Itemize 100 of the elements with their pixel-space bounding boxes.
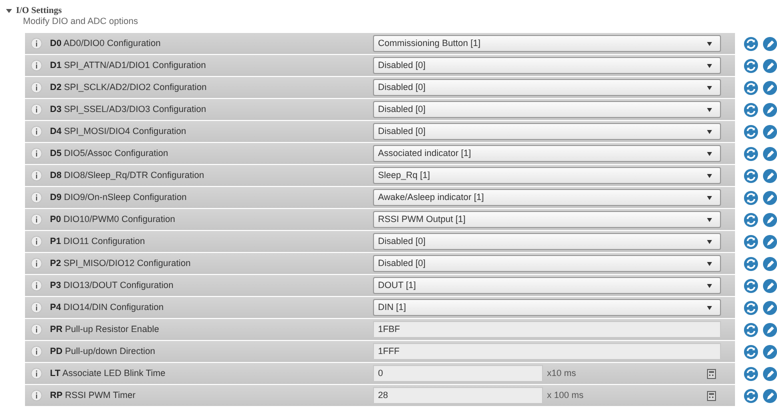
pencil-icon[interactable] [763, 147, 777, 161]
calculator-icon[interactable] [707, 368, 716, 378]
caret-icon [707, 284, 712, 288]
pencil-icon[interactable] [763, 301, 777, 315]
info-icon[interactable] [31, 258, 42, 269]
pencil-icon[interactable] [763, 389, 777, 403]
refresh-icon[interactable] [744, 301, 758, 315]
pencil-icon[interactable] [763, 257, 777, 271]
caret-icon [707, 218, 712, 222]
info-icon[interactable] [31, 60, 42, 71]
refresh-icon[interactable] [744, 213, 758, 227]
setting-label: RP RSSI PWM Timer [49, 388, 137, 402]
refresh-icon[interactable] [744, 103, 758, 117]
refresh-icon[interactable] [744, 389, 758, 403]
dropdown[interactable]: Associated indicator [1] [373, 145, 721, 162]
refresh-icon[interactable] [744, 125, 758, 139]
dropdown[interactable]: Disabled [0] [373, 79, 721, 96]
refresh-icon[interactable] [744, 191, 758, 205]
pencil-icon[interactable] [763, 279, 777, 293]
setting-label: D4 SPI_MOSI/DIO4 Configuration [49, 124, 188, 138]
pencil-icon[interactable] [763, 345, 777, 359]
info-icon[interactable] [31, 302, 42, 313]
pencil-icon[interactable] [763, 169, 777, 183]
refresh-icon[interactable] [744, 59, 758, 73]
setting-label: PR Pull-up Resistor Enable [49, 322, 160, 336]
pencil-icon[interactable] [763, 81, 777, 95]
pencil-icon[interactable] [763, 37, 777, 51]
dropdown[interactable]: RSSI PWM Output [1] [373, 211, 721, 228]
caret-icon [707, 108, 712, 112]
info-icon[interactable] [31, 324, 42, 335]
input-field[interactable]: 1FFF [373, 343, 721, 360]
info-icon[interactable] [31, 368, 42, 379]
pencil-icon[interactable] [763, 103, 777, 117]
dropdown[interactable]: Commissioning Button [1] [373, 35, 721, 52]
setting-label: LT Associate LED Blink Time [49, 366, 166, 380]
refresh-icon[interactable] [744, 147, 758, 161]
info-icon[interactable] [31, 38, 42, 49]
dropdown[interactable]: Awake/Asleep indicator [1] [373, 189, 721, 206]
input-field[interactable]: 1FBF [373, 321, 721, 338]
refresh-icon[interactable] [744, 169, 758, 183]
caret-icon [707, 64, 712, 68]
setting-label: P2 SPI_MISO/DIO12 Configuration [49, 256, 192, 270]
setting-label: P3 DIO13/DOUT Configuration [49, 278, 174, 292]
caret-icon [707, 86, 712, 90]
info-icon[interactable] [31, 192, 42, 203]
info-icon[interactable] [31, 280, 42, 291]
pencil-icon[interactable] [763, 59, 777, 73]
dropdown[interactable]: Disabled [0] [373, 57, 721, 74]
setting-label: D8 DIO8/Sleep_Rq/DTR Configuration [49, 168, 206, 182]
setting-label: PD Pull-up/down Direction [49, 344, 156, 358]
dropdown[interactable]: Sleep_Rq [1] [373, 167, 721, 184]
dropdown[interactable]: DOUT [1] [373, 277, 721, 294]
pencil-icon[interactable] [763, 323, 777, 337]
setting-label: D9 DIO9/On-nSleep Configuration [49, 190, 188, 204]
info-icon[interactable] [31, 104, 42, 115]
section-title: I/O Settings [16, 5, 62, 16]
caret-icon [707, 174, 712, 178]
refresh-icon[interactable] [744, 323, 758, 337]
refresh-icon[interactable] [744, 235, 758, 249]
info-icon[interactable] [31, 82, 42, 93]
info-icon[interactable] [31, 126, 42, 137]
pencil-icon[interactable] [763, 191, 777, 205]
refresh-icon[interactable] [744, 279, 758, 293]
unit-label: x 100 ms [547, 388, 585, 402]
dropdown[interactable]: Disabled [0] [373, 101, 721, 118]
setting-label: P4 DIO14/DIN Configuration [49, 300, 165, 314]
caret-icon [707, 240, 712, 244]
pencil-icon[interactable] [763, 235, 777, 249]
pencil-icon[interactable] [763, 125, 777, 139]
dropdown[interactable]: DIN [1] [373, 299, 721, 316]
info-icon[interactable] [31, 148, 42, 159]
refresh-icon[interactable] [744, 345, 758, 359]
unit-label: x10 ms [547, 366, 578, 380]
info-icon[interactable] [31, 346, 42, 357]
caret-icon [707, 42, 712, 46]
info-icon[interactable] [31, 236, 42, 247]
refresh-icon[interactable] [744, 257, 758, 271]
pencil-icon[interactable] [763, 213, 777, 227]
info-icon[interactable] [31, 214, 42, 225]
setting-label: D3 SPI_SSEL/AD3/DIO3 Configuration [49, 102, 208, 116]
caret-icon [707, 152, 712, 156]
setting-label: D5 DIO5/Assoc Configuration [49, 146, 170, 160]
dropdown[interactable]: Disabled [0] [373, 123, 721, 140]
info-icon[interactable] [31, 390, 42, 401]
input-field[interactable]: 28 [373, 387, 543, 404]
info-icon[interactable] [31, 170, 42, 181]
caret-icon [707, 196, 712, 200]
setting-label: D2 SPI_SCLK/AD2/DIO2 Configuration [49, 80, 208, 94]
dropdown[interactable]: Disabled [0] [373, 233, 721, 250]
setting-label: P1 DIO11 Configuration [49, 234, 146, 248]
refresh-icon[interactable] [744, 37, 758, 51]
calculator-icon[interactable] [707, 390, 716, 400]
refresh-icon[interactable] [744, 367, 758, 381]
refresh-icon[interactable] [744, 81, 758, 95]
pencil-icon[interactable] [763, 367, 777, 381]
setting-label: D1 SPI_ATTN/AD1/DIO1 Configuration [49, 58, 207, 72]
caret-icon [707, 262, 712, 266]
input-field[interactable]: 0 [373, 365, 543, 382]
collapse-arrow-icon[interactable] [6, 8, 12, 14]
dropdown[interactable]: Disabled [0] [373, 255, 721, 272]
